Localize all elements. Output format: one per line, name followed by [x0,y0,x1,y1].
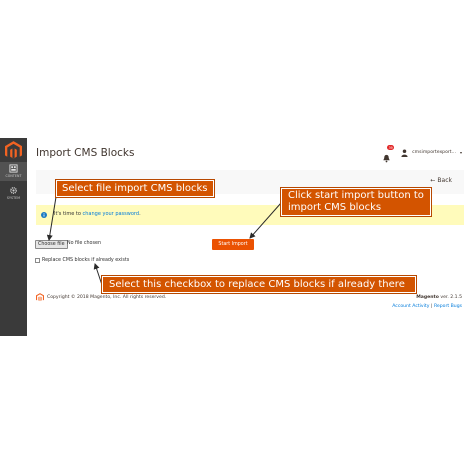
notifications-button[interactable]: 39 [382,145,395,163]
sidebar-item-label: CONTENT [5,174,22,178]
version-text: Magento ver. 2.1.5 [416,295,462,300]
notice-text-suffix: . [139,211,141,217]
system-message-text: It's time to change your password. [54,211,141,217]
version-brand: Magento [416,295,439,300]
main-content: Import CMS Blocks 39 cmsimportexport... … [27,138,474,336]
info-icon [41,212,47,218]
version-number: ver. 2.1.5 [438,295,462,300]
sidebar-item-label: SYSTEM [6,196,21,200]
replace-checkbox-label[interactable]: Replace CMS blocks if already exists [42,258,129,263]
account-activity-link[interactable]: Account Activity [392,304,429,309]
notification-count-badge: 39 [387,145,395,150]
choose-file-button[interactable]: Choose file [35,240,68,249]
replace-option: Replace CMS blocks if already exists [35,258,129,263]
notice-text-prefix: It's time to [54,211,83,217]
file-select-callout: Select file import CMS blocks [56,180,214,197]
replace-checkbox-callout: Select this checkbox to replace CMS bloc… [102,276,416,293]
page-title: Import CMS Blocks [36,147,135,159]
report-bugs-link[interactable]: Report Bugs [434,304,462,309]
replace-checkbox[interactable] [35,258,40,263]
sidebar-item-content[interactable]: CONTENT [0,162,27,181]
admin-sidebar: CONTENT SYSTEM [0,138,27,336]
admin-user-bar: 39 cmsimportexport... ▾ [382,145,462,163]
user-icon[interactable] [401,149,408,157]
file-status-text: No file chosen [67,241,101,246]
magento-footer-logo-icon [36,293,44,302]
bell-icon [383,154,390,163]
copyright-text: Copyright © 2018 Magento, Inc. All right… [47,295,167,300]
magento-logo-icon[interactable] [5,141,22,160]
back-button-label: Back [437,177,452,184]
footer-link-separator: | [430,304,433,309]
sidebar-item-system[interactable]: SYSTEM [0,186,27,200]
username-dropdown[interactable]: cmsimportexport... [412,150,456,155]
start-import-callout: Click start import button to import CMS … [281,188,431,216]
admin-frame: CONTENT SYSTEM Import CMS Blocks 39 cmsi… [0,138,474,336]
start-import-button[interactable]: Start Import [212,239,254,250]
gear-icon [10,187,17,194]
arrow-left-icon: ← [430,177,436,184]
footer-links: Account Activity | Report Bugs [392,304,462,309]
change-password-link[interactable]: change your password [83,211,140,217]
chevron-down-icon[interactable]: ▾ [460,150,462,155]
content-icon [9,164,18,173]
back-button[interactable]: ← Back [430,177,452,184]
